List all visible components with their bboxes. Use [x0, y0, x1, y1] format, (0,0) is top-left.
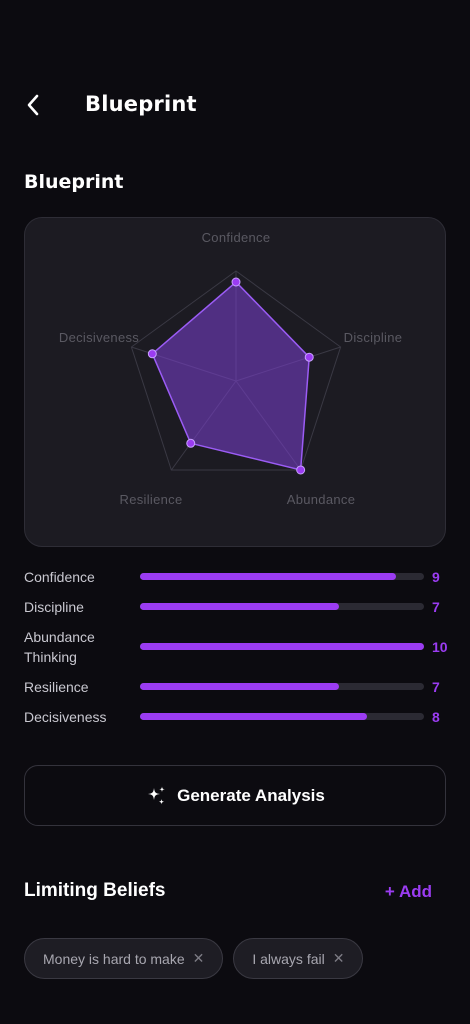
limiting-beliefs-title: Limiting Beliefs: [24, 880, 166, 901]
score-fill: [140, 683, 339, 690]
belief-chip-label: Money is hard to make: [43, 950, 185, 967]
score-fill: [140, 643, 424, 650]
belief-chip-label: I always fail: [252, 950, 325, 967]
score-value: 7: [432, 679, 440, 695]
radar-point: [296, 465, 306, 475]
radar-point: [186, 438, 196, 448]
radar-axis-label: Abundance: [287, 492, 355, 507]
radar-series-area: [151, 280, 311, 471]
sparkles-icon: [148, 786, 165, 804]
score-fill: [140, 573, 396, 580]
radar-chart-card: Confidence Discipline Abundance Resilience D…: [24, 217, 446, 547]
score-track: [140, 573, 424, 580]
score-track: [140, 713, 424, 720]
page-title: Blueprint: [85, 92, 197, 116]
radar-axis-label: Decisiveness: [59, 330, 139, 345]
radar-point: [304, 352, 314, 362]
score-value: 7: [432, 599, 440, 615]
score-label: Resilience: [24, 679, 89, 695]
score-fill: [140, 603, 339, 610]
score-track: [140, 683, 424, 690]
score-label: Abundance Thinking: [24, 629, 95, 665]
score-label: Discipline: [24, 599, 84, 615]
radar-point: [147, 349, 157, 359]
score-label: Decisiveness: [24, 709, 107, 725]
remove-icon[interactable]: ✕: [193, 950, 205, 967]
remove-icon[interactable]: ✕: [333, 950, 345, 967]
belief-chip[interactable]: Money is hard to make ✕: [24, 938, 224, 979]
score-fill: [140, 713, 368, 720]
back-button[interactable]: [18, 90, 48, 120]
add-belief-button[interactable]: + Add: [385, 882, 432, 902]
radar-axis-label: Resilience: [120, 492, 183, 507]
header-bar: Blueprint: [0, 80, 470, 130]
score-track: [140, 603, 424, 610]
score-value: 10: [432, 639, 448, 655]
belief-chip[interactable]: I always fail ✕: [233, 938, 364, 979]
score-value: 8: [432, 709, 440, 725]
belief-chips: Money is hard to make ✕ I always fail ✕: [24, 938, 364, 979]
radar-chart: Confidence Discipline Abundance Resilience D…: [59, 230, 403, 507]
score-value: 9: [432, 569, 440, 585]
section-title: Blueprint: [24, 171, 124, 193]
generate-analysis-label: Generate Analysis: [177, 785, 325, 805]
radar-axis-label: Discipline: [344, 330, 403, 345]
chevron-left-icon: [27, 94, 39, 116]
score-label: Confidence: [24, 569, 95, 585]
generate-analysis-button[interactable]: Generate Analysis: [24, 765, 446, 826]
radar-point: [231, 277, 241, 287]
radar-axis-label: Confidence: [202, 230, 271, 245]
score-track: [140, 643, 424, 650]
